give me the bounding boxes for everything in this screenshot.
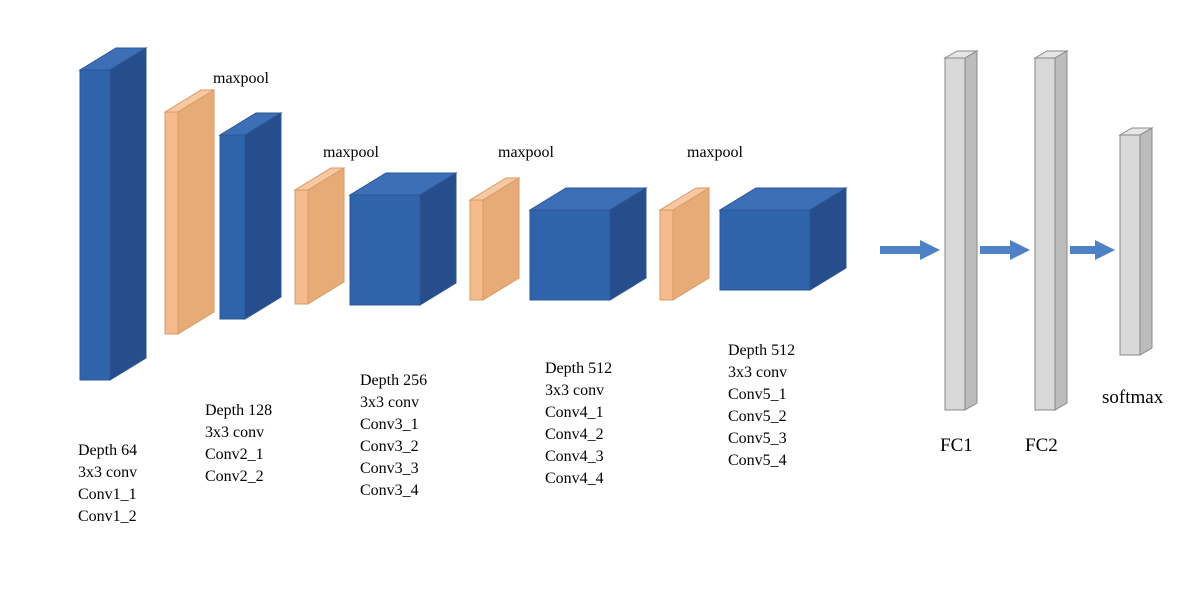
conv5-l4: Conv5_4	[728, 450, 787, 472]
conv1-side	[110, 48, 146, 380]
conv1-depth: Depth 64	[78, 440, 137, 462]
conv4-l4: Conv4_4	[545, 468, 604, 490]
conv3-l4: Conv3_4	[360, 480, 419, 502]
conv4-front	[530, 210, 610, 300]
nn-diagram	[0, 0, 1189, 594]
maxpool3-label: maxpool	[498, 142, 554, 164]
conv3-depth: Depth 256	[360, 370, 427, 392]
maxpool2-side	[308, 168, 344, 304]
conv4-l3: Conv4_3	[545, 446, 604, 468]
conv4-l2: Conv4_2	[545, 424, 604, 446]
fc2-label: FC2	[1025, 433, 1058, 459]
conv2-side	[245, 113, 281, 319]
softmax-label: softmax	[1102, 385, 1163, 411]
maxpool2-label: maxpool	[323, 142, 379, 164]
fc2-side	[1055, 51, 1067, 410]
conv1-kernel: 3x3 conv	[78, 462, 137, 484]
maxpool4-front	[660, 210, 673, 300]
conv3-kernel: 3x3 conv	[360, 392, 419, 414]
conv5-l1: Conv5_1	[728, 384, 787, 406]
maxpool1-label: maxpool	[213, 68, 269, 90]
conv5-kernel: 3x3 conv	[728, 362, 787, 384]
conv5-depth: Depth 512	[728, 340, 795, 362]
conv2-kernel: 3x3 conv	[205, 422, 264, 444]
conv3-l1: Conv3_1	[360, 414, 419, 436]
fc1-front	[945, 58, 965, 410]
maxpool3-front	[470, 200, 483, 300]
conv5-front	[720, 210, 810, 290]
conv3-front	[350, 195, 420, 305]
conv4-depth: Depth 512	[545, 358, 612, 380]
conv2-l1: Conv2_1	[205, 444, 264, 466]
conv2-front	[220, 135, 245, 319]
maxpool2-front	[295, 190, 308, 304]
maxpool1-side	[178, 90, 214, 334]
conv4-l1: Conv4_1	[545, 402, 604, 424]
conv4-kernel: 3x3 conv	[545, 380, 604, 402]
maxpool1-front	[165, 112, 178, 334]
conv5-l2: Conv5_2	[728, 406, 787, 428]
maxpool3-side	[483, 178, 519, 300]
conv1-l1: Conv1_1	[78, 484, 137, 506]
conv1-l2: Conv1_2	[78, 506, 137, 528]
conv2-l2: Conv2_2	[205, 466, 264, 488]
conv2-depth: Depth 128	[205, 400, 272, 422]
fc1-label: FC1	[940, 433, 973, 459]
conv3-l3: Conv3_3	[360, 458, 419, 480]
fc1-side	[965, 51, 977, 410]
softmax-front	[1120, 135, 1140, 355]
softmax-side	[1140, 128, 1152, 355]
maxpool4-label: maxpool	[687, 142, 743, 164]
conv3-l2: Conv3_2	[360, 436, 419, 458]
conv3-side	[420, 173, 456, 305]
fc2-front	[1035, 58, 1055, 410]
conv1-front	[80, 70, 110, 380]
conv5-l3: Conv5_3	[728, 428, 787, 450]
